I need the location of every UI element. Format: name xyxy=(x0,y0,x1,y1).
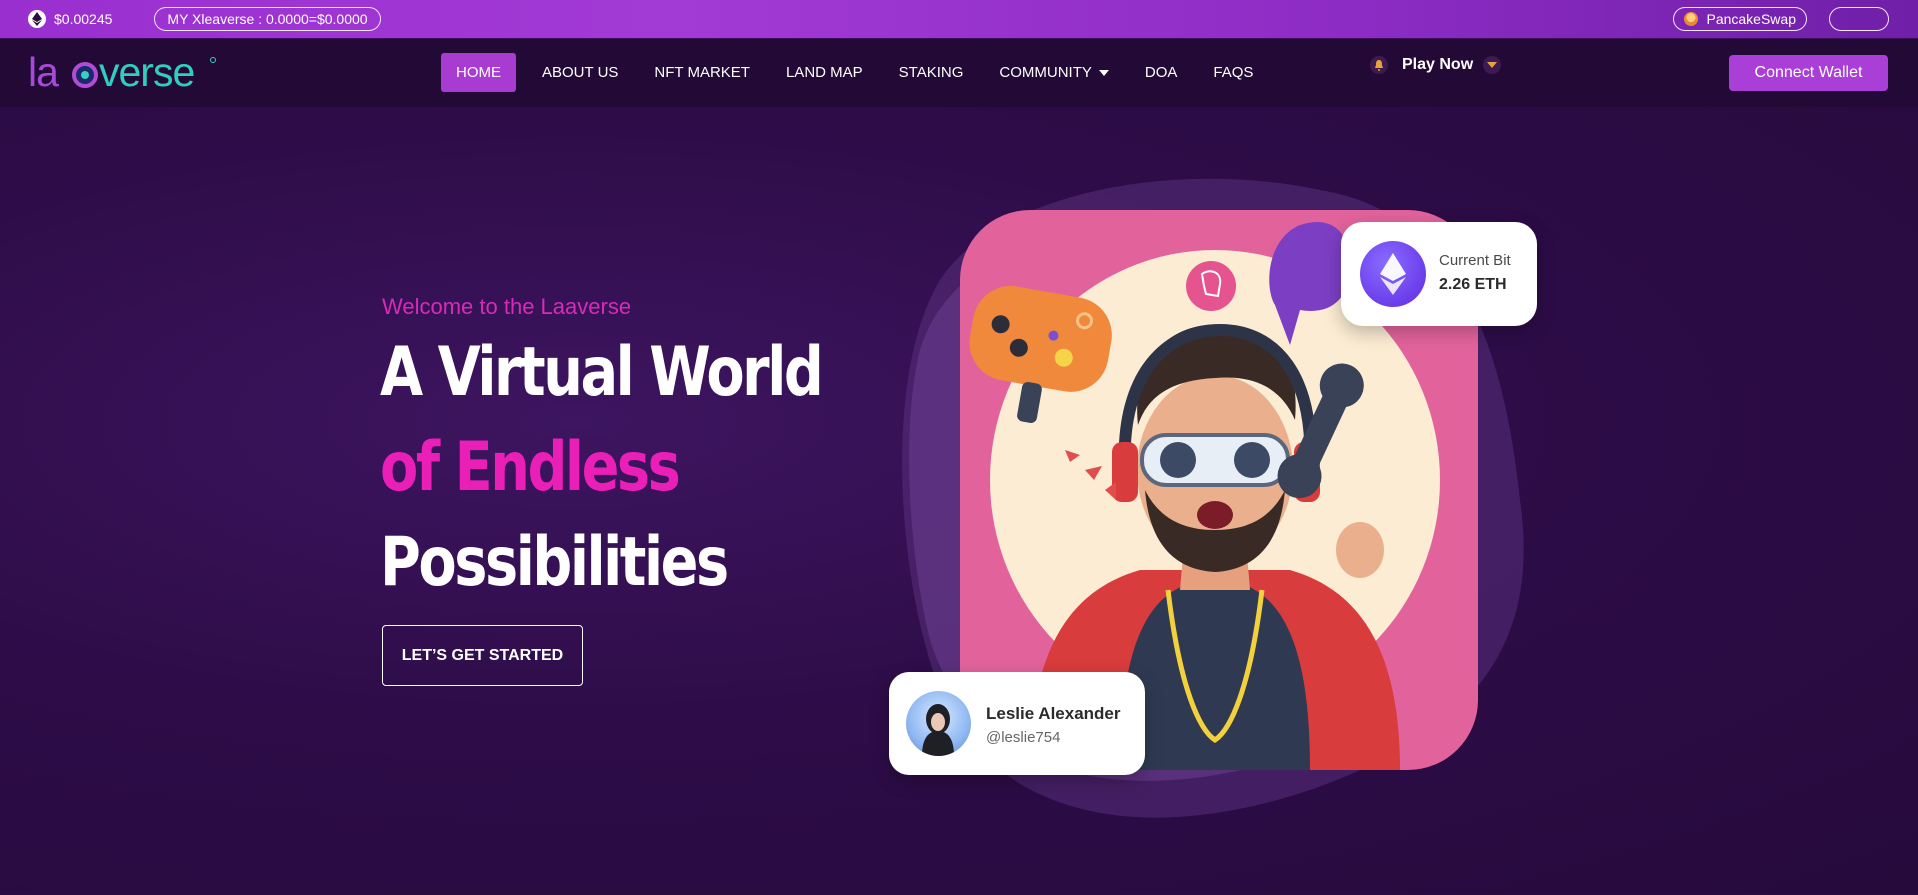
primary-nav: HOME ABOUT US NFT MARKET LAND MAP STAKIN… xyxy=(441,53,1275,92)
language-button[interactable] xyxy=(1829,7,1889,31)
user-card: Leslie Alexander @leslie754 xyxy=(889,672,1145,775)
user-name: Leslie Alexander xyxy=(986,704,1121,723)
main-navbar: la verse HOME ABOUT US NFT MARKET LAND M… xyxy=(0,39,1918,107)
top-bar: $0.00245 MY Xleaverse : 0.0000=$0.0000 P… xyxy=(0,0,1918,39)
hero-headline-line1: A Virtual World xyxy=(380,333,824,412)
chevron-down-icon[interactable] xyxy=(1483,56,1502,74)
balance-text: MY Xleaverse : 0.0000=$0.0000 xyxy=(167,11,368,27)
current-bid-value: 2.26 ETH xyxy=(1439,276,1507,293)
nav-community[interactable]: COMMUNITY xyxy=(985,53,1123,92)
play-now-menu[interactable]: Play Now xyxy=(1370,56,1502,74)
nav-nft-market[interactable]: NFT MARKET xyxy=(640,53,764,92)
current-bid-card: Current Bit 2.26 ETH xyxy=(1341,222,1537,326)
svg-text:la: la xyxy=(28,53,59,95)
nav-land-map[interactable]: LAND MAP xyxy=(772,53,877,92)
pancakeswap-label: PancakeSwap xyxy=(1706,11,1796,27)
nav-staking[interactable]: STAKING xyxy=(885,53,978,92)
eth-icon xyxy=(28,10,46,28)
token-price-value: $0.00245 xyxy=(54,11,113,27)
chevron-down-icon xyxy=(1098,69,1109,76)
pancakeswap-icon xyxy=(1684,12,1699,26)
hero-headline-line2: of Endless xyxy=(380,428,681,507)
character-mouth xyxy=(1197,501,1233,529)
svg-text:verse: verse xyxy=(99,53,194,95)
pancakeswap-button[interactable]: PancakeSwap xyxy=(1673,7,1807,31)
balance-badge[interactable]: MY Xleaverse : 0.0000=$0.0000 xyxy=(154,7,381,31)
laaverse-logo[interactable]: la verse xyxy=(28,53,218,95)
play-now-label: Play Now xyxy=(1402,56,1474,73)
nav-doa[interactable]: DOA xyxy=(1131,53,1192,92)
hero-headline-line3: Possibilities xyxy=(380,523,729,602)
user-handle: @leslie754 xyxy=(986,729,1061,746)
nav-faqs[interactable]: FAQS xyxy=(1199,53,1267,92)
hero-welcome: Welcome to the Laaverse xyxy=(382,294,632,319)
get-started-button[interactable]: LET’S GET STARTED xyxy=(382,625,583,686)
current-bid-label: Current Bit xyxy=(1439,252,1511,269)
nav-about-us[interactable]: ABOUT US xyxy=(528,53,632,92)
nav-home[interactable]: HOME xyxy=(441,53,516,92)
connect-wallet-button[interactable]: Connect Wallet xyxy=(1729,55,1888,91)
ethereum-icon xyxy=(1360,241,1426,307)
character-hand xyxy=(1336,522,1384,578)
token-price: $0.00245 xyxy=(28,10,112,28)
avatar xyxy=(906,691,971,756)
nav-community-label: COMMUNITY xyxy=(999,64,1092,81)
bell-icon xyxy=(1370,56,1388,74)
